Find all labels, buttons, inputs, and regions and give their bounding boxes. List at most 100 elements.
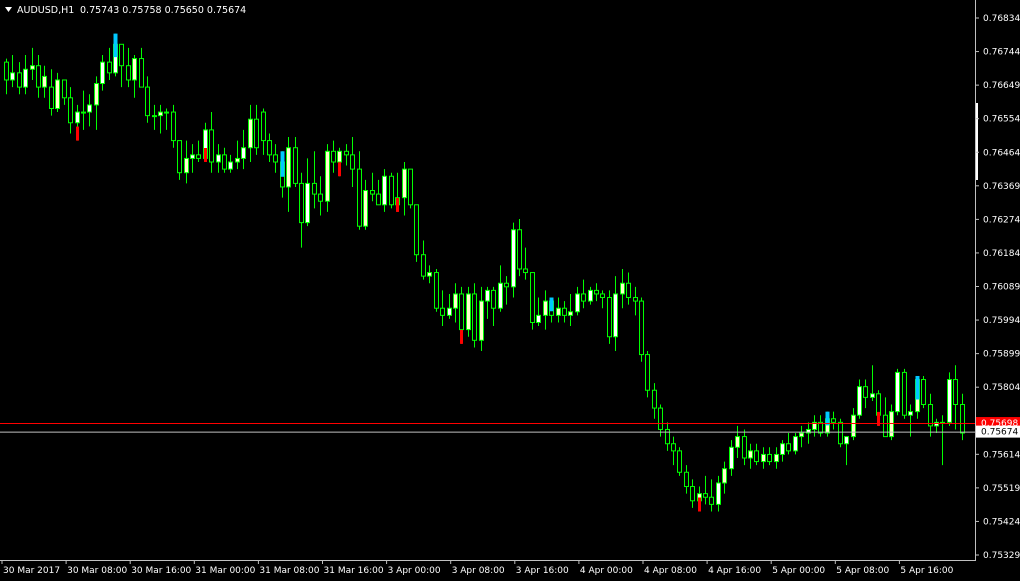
bull-candle-body — [543, 300, 548, 316]
bull-candle-body — [748, 450, 753, 459]
x-tick-label: 5 Apr 16:00 — [900, 566, 953, 576]
candle — [895, 368, 900, 416]
bear-candle-body — [357, 168, 362, 227]
signal-up-marker — [549, 297, 554, 312]
candle — [414, 204, 419, 262]
bear-candle-body — [838, 421, 843, 445]
bear-candle-body — [107, 61, 112, 74]
bull-candle-body — [248, 118, 253, 149]
signal-up-marker — [280, 151, 285, 177]
bull-candle-body — [100, 61, 105, 85]
bear-candle-body — [331, 150, 336, 163]
y-tick-label: 0.76274 — [983, 215, 1020, 225]
bear-candle-body — [645, 354, 650, 391]
bull-candle-body — [228, 161, 233, 170]
bear-candle-body — [267, 140, 272, 156]
bear-candle-body — [902, 371, 907, 416]
bear-candle-body — [171, 111, 176, 142]
bear-candle-body — [671, 443, 676, 452]
bull-candle-body — [81, 111, 86, 114]
bear-candle-body — [126, 65, 131, 81]
bull-candle-body — [75, 111, 80, 124]
candle — [902, 368, 907, 419]
x-tick-label: 3 Apr 08:00 — [452, 566, 505, 576]
bear-candle-body — [863, 386, 868, 398]
bull-candle-body — [241, 147, 246, 159]
bear-candle-body — [17, 72, 22, 88]
price-chart[interactable]: 0.76834 0.76744 0.76649 0.76554 0.76464 0.763… — [0, 0, 1020, 581]
y-tick-label: 0.75424 — [983, 517, 1020, 527]
bear-candle-body — [504, 282, 509, 288]
bear-candle-body — [119, 43, 124, 67]
bull-candle-body — [947, 379, 952, 423]
bull-candle-body — [556, 307, 561, 316]
candle — [408, 168, 413, 209]
x-tick-label: 4 Apr 16:00 — [708, 566, 761, 576]
symbol-label: AUDUSD,H1 — [17, 5, 74, 16]
x-tick-label: 30 Mar 08:00 — [67, 566, 127, 576]
bear-candle-body — [690, 486, 695, 502]
bear-candle-body — [709, 496, 714, 505]
bull-candle-body — [363, 190, 368, 227]
bull-candle-body — [184, 157, 189, 174]
candle — [793, 433, 798, 455]
bull-candle-body — [851, 414, 856, 438]
bear-candle-body — [408, 168, 413, 206]
bull-candle-body — [774, 453, 779, 463]
bear-candle-body — [376, 193, 381, 206]
y-tick-label: 0.76744 — [983, 48, 1020, 58]
y-tick-label: 0.75614 — [983, 450, 1020, 460]
signal-up-marker — [113, 33, 118, 58]
bull-candle-body — [498, 282, 503, 309]
bull-candle-body — [42, 75, 47, 88]
signal-up-marker — [915, 375, 920, 400]
bull-candle-body — [10, 72, 15, 81]
bear-candle-body — [139, 58, 144, 88]
y-tick-label: 0.76464 — [983, 148, 1020, 158]
bear-candle-body — [594, 289, 599, 295]
x-tick-label: 4 Apr 00:00 — [580, 566, 633, 576]
bear-candle-body — [299, 182, 304, 224]
bear-candle-body — [4, 61, 9, 81]
candle — [466, 286, 471, 337]
y-tick-label: 0.75994 — [983, 316, 1020, 326]
x-tick-label: 30 Mar 16:00 — [131, 566, 191, 576]
bull-candle-body — [479, 300, 484, 341]
bull-candle-body — [30, 65, 35, 70]
bull-candle-body — [23, 68, 28, 88]
bear-candle-body — [318, 193, 323, 202]
bear-candle-body — [607, 297, 612, 338]
bear-candle-body — [742, 436, 747, 459]
x-tick-label: 3 Apr 00:00 — [388, 566, 441, 576]
bull-candle-body — [216, 154, 221, 163]
bull-candle-body — [466, 293, 471, 331]
bear-candle-body — [370, 190, 375, 195]
candle — [921, 375, 926, 409]
bear-candle-body — [261, 111, 266, 142]
bull-candle-body — [87, 104, 92, 113]
bull-candle-body — [735, 436, 740, 448]
ohlc-label: 0.75743 0.75758 0.75650 0.75674 — [80, 5, 246, 16]
bear-candle-body — [389, 175, 394, 206]
bear-candle-body — [254, 118, 259, 149]
bear-candle-body — [273, 154, 278, 163]
bull-candle-body — [613, 293, 618, 338]
x-tick-label: 5 Apr 08:00 — [836, 566, 889, 576]
bull-candle-body — [447, 307, 452, 316]
bear-candle-body — [530, 272, 535, 323]
bull-candle-body — [716, 482, 721, 505]
bear-candle-body — [658, 407, 663, 430]
candle — [677, 447, 682, 476]
x-tick-label: 30 Mar 2017 — [3, 566, 60, 576]
bear-candle-body — [767, 453, 772, 463]
y-tick-label: 0.76184 — [983, 249, 1020, 259]
y-tick-label: 0.76089 — [983, 283, 1020, 293]
bull-candle-body — [536, 314, 541, 323]
bear-candle-body — [414, 204, 419, 256]
candle — [434, 268, 439, 312]
bull-candle-body — [337, 150, 342, 163]
candle — [389, 172, 394, 209]
bear-candle-body — [626, 282, 631, 299]
signal-down-marker — [396, 197, 399, 212]
chart-background — [0, 0, 1020, 581]
